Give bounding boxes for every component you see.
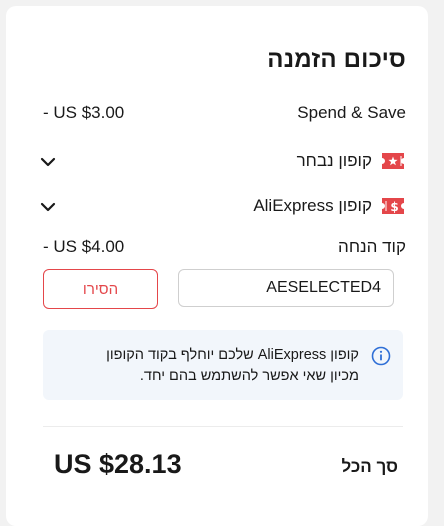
- info-notice: קופון AliExpress שלכם יוחלף בקוד הקופון …: [43, 330, 403, 400]
- discount-code-amount: - US $4.00: [43, 237, 125, 256]
- total-label: סך הכל: [341, 457, 399, 476]
- selected-coupon-row[interactable]: קופון נבחר: [28, 151, 406, 175]
- spend-save-label: Spend & Save: [297, 103, 406, 122]
- svg-text:$: $: [390, 200, 398, 214]
- page-title: סיכום הזמנה: [267, 46, 406, 73]
- aliexpress-coupon-row[interactable]: $ קופון AliExpress: [28, 196, 406, 220]
- remove-code-button[interactable]: הסירו: [43, 269, 158, 309]
- discount-code-row: קוד הנחה - US $4.00: [28, 237, 406, 261]
- divider: [43, 426, 403, 427]
- total-amount: US $28.13: [54, 449, 182, 479]
- order-summary-card: סיכום הזמנה Spend & Save - US $3.00 קופו…: [6, 6, 428, 526]
- coupon-star-icon: [382, 153, 404, 169]
- info-icon: [371, 346, 391, 366]
- discount-code-input[interactable]: [178, 269, 394, 307]
- info-text-line2: מכיון שאי אפשר להשתמש בהם יחד.: [139, 368, 359, 384]
- selected-coupon-label: קופון נבחר: [296, 151, 372, 170]
- chevron-down-icon[interactable]: [39, 153, 57, 171]
- coupon-dollar-icon: $: [382, 198, 404, 214]
- chevron-down-icon[interactable]: [39, 198, 57, 216]
- spend-save-row: Spend & Save - US $3.00: [28, 103, 406, 127]
- spend-save-amount: - US $3.00: [43, 103, 125, 122]
- discount-code-label: קוד הנחה: [338, 237, 406, 256]
- info-text-line1: קופון AliExpress שלכם יוחלף בקוד הקופון: [106, 347, 359, 363]
- aliexpress-coupon-label: קופון AliExpress: [253, 196, 372, 215]
